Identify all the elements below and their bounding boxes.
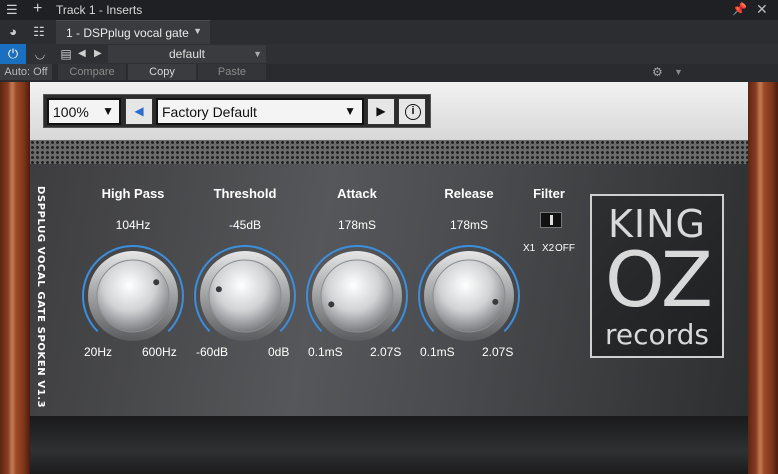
attack-value: 178mS bbox=[337, 218, 377, 232]
release-knob[interactable] bbox=[417, 244, 521, 348]
window-title: Track 1 - Inserts bbox=[56, 3, 143, 17]
power-icon[interactable]: ⏻ bbox=[0, 44, 26, 64]
knob-body bbox=[320, 259, 394, 333]
plugin-version-text: DSPPLUG VOCAL GATE SPOKEN V1.3 bbox=[35, 186, 46, 409]
knob-indicator bbox=[328, 301, 335, 308]
insert-toolbar: ◕ ☷ 1 - DSPplug vocal gate ▼ bbox=[0, 20, 778, 44]
chevron-down-icon: ▼ bbox=[102, 104, 114, 118]
routing-icon[interactable]: ☷ bbox=[28, 22, 50, 42]
plugin-preset-value: Factory Default bbox=[162, 104, 257, 120]
preset-next-icon[interactable]: ▶ bbox=[94, 45, 102, 63]
knob-indicator bbox=[492, 298, 499, 305]
chevron-down-icon[interactable]: ▼ bbox=[674, 64, 683, 80]
gear-icon[interactable]: ⚙ bbox=[652, 64, 663, 80]
knob-body bbox=[96, 259, 170, 333]
attack-knob[interactable] bbox=[305, 244, 409, 348]
zoom-value: 100% bbox=[53, 104, 89, 120]
knob-graphic bbox=[194, 245, 296, 341]
add-icon[interactable]: + bbox=[33, 0, 42, 18]
filter-label: Filter bbox=[533, 186, 565, 201]
info-icon: i bbox=[405, 104, 421, 120]
filter-switch[interactable] bbox=[540, 212, 562, 228]
menu-icon[interactable]: ☰ bbox=[6, 2, 18, 18]
preset-prev-button[interactable]: ◀ bbox=[125, 98, 153, 125]
chevron-down-icon: ▼ bbox=[253, 49, 262, 59]
knob-graphic bbox=[418, 245, 520, 341]
preset-next-button[interactable]: ▶ bbox=[367, 98, 395, 125]
release-label: Release bbox=[444, 186, 494, 201]
wood-side-right bbox=[748, 82, 778, 474]
inserts-window: ☰ + Track 1 - Inserts 📌 ✕ ◕ ☷ 1 - DSPplu… bbox=[0, 0, 778, 474]
copy-button[interactable]: Copy bbox=[128, 64, 196, 80]
bottom-bar bbox=[30, 416, 748, 474]
plugin-preset-select[interactable]: Factory Default ▼ bbox=[156, 98, 364, 125]
high-pass-knob[interactable] bbox=[81, 244, 185, 348]
logo-line-3: records bbox=[604, 318, 710, 351]
switch-lever bbox=[550, 215, 553, 225]
threshold-knob[interactable] bbox=[193, 244, 297, 348]
preset-field-label: default bbox=[168, 47, 206, 61]
close-icon[interactable]: ✕ bbox=[756, 1, 768, 18]
knob-graphic bbox=[306, 245, 408, 341]
wood-side-left bbox=[0, 82, 30, 474]
compare-toolbar: Auto: Off Compare Copy Paste ⚙ ▼ bbox=[0, 64, 778, 80]
filter-option-off: OFF bbox=[555, 243, 575, 254]
info-button[interactable]: i bbox=[398, 98, 426, 125]
preset-list-icon[interactable]: ▤ bbox=[58, 45, 74, 63]
high-pass-value: 104Hz bbox=[115, 218, 151, 232]
plugin-version-label: DSPPLUG VOCAL GATE SPOKEN V1.3 bbox=[35, 186, 54, 408]
preset-prev-icon[interactable]: ◀ bbox=[78, 45, 86, 63]
preset-toolbar: ⏻ ◡ ▤ ◀ ▶ default ▼ bbox=[0, 44, 778, 64]
speaker-grille bbox=[30, 140, 748, 164]
knob-graphic bbox=[82, 245, 184, 341]
king-oz-records-logo: KING OZ records bbox=[590, 194, 724, 358]
attack-label: Attack bbox=[337, 186, 377, 201]
zoom-select[interactable]: 100% ▼ bbox=[47, 98, 121, 125]
filter-option-x1: X1 bbox=[523, 243, 536, 254]
insert-selector[interactable]: 1 - DSPplug vocal gate ▼ bbox=[56, 20, 210, 44]
knob-indicator bbox=[153, 279, 160, 286]
automation-button[interactable]: Auto: Off bbox=[0, 64, 52, 80]
logo-line-2: OZ bbox=[605, 235, 713, 324]
threshold-value: -45dB bbox=[228, 218, 262, 232]
filter-option-x2: X2 bbox=[542, 243, 555, 254]
preset-field[interactable]: default ▼ bbox=[108, 45, 266, 63]
insert-selector-label: 1 - DSPplug vocal gate bbox=[66, 26, 189, 40]
compare-button[interactable]: Compare bbox=[58, 64, 126, 80]
paste-button[interactable]: Paste bbox=[198, 64, 266, 80]
knob-body bbox=[208, 259, 282, 333]
chevron-down-icon: ▼ bbox=[193, 26, 202, 36]
release-value: 178mS bbox=[449, 218, 489, 232]
knob-body bbox=[432, 259, 506, 333]
high-pass-label: High Pass bbox=[101, 186, 165, 201]
pin-icon[interactable]: 📌 bbox=[732, 2, 747, 16]
knob-indicator bbox=[215, 286, 222, 293]
gauge-icon[interactable]: ◕ bbox=[2, 22, 24, 42]
title-bar: ☰ + Track 1 - Inserts 📌 ✕ bbox=[0, 0, 778, 20]
chevron-down-icon: ▼ bbox=[344, 104, 356, 118]
bypass-icon[interactable]: ◡ bbox=[28, 44, 52, 64]
threshold-label: Threshold bbox=[213, 186, 277, 201]
